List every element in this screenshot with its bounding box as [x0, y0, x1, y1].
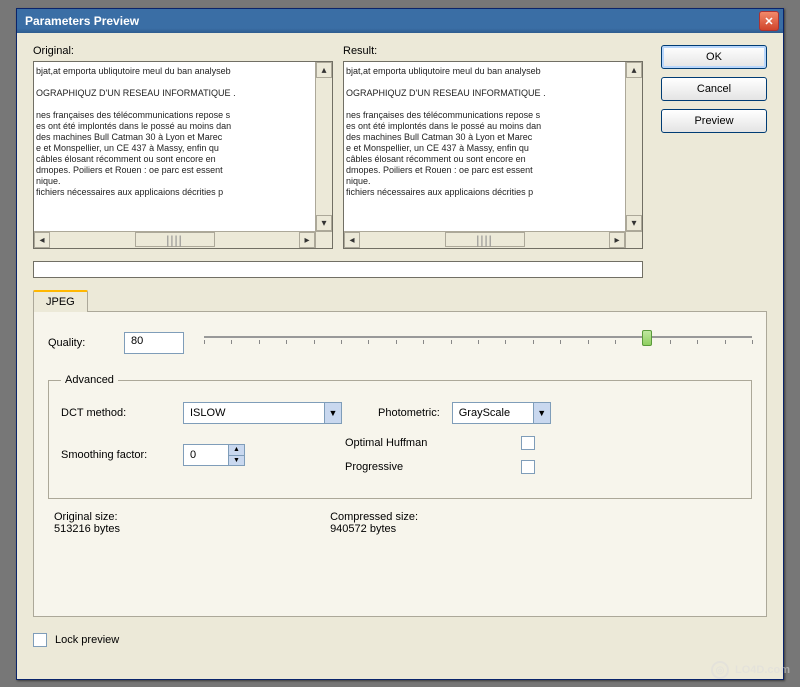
dct-method-select[interactable]: ISLOW ▼	[183, 402, 342, 424]
progressive-label: Progressive	[345, 461, 403, 473]
lock-preview-checkbox[interactable]	[33, 633, 47, 647]
scroll-right-icon[interactable]: ▸	[299, 232, 315, 248]
scroll-left-icon[interactable]: ◂	[344, 232, 360, 248]
dialog-window: Parameters Preview ✕ Original: bjat,at e…	[16, 8, 784, 680]
quality-row: Quality: 80	[48, 328, 752, 358]
original-preview-section: Original: bjat,at emporta ubliqutoire me…	[33, 45, 333, 249]
camera-icon: ◎	[711, 661, 729, 679]
compressed-size-label: Compressed size:	[330, 511, 418, 523]
scroll-right-icon[interactable]: ▸	[609, 232, 625, 248]
scroll-down-icon[interactable]: ▾	[626, 215, 642, 231]
original-label: Original:	[33, 45, 333, 57]
slider-thumb[interactable]	[642, 330, 652, 346]
scroll-down-icon[interactable]: ▾	[316, 215, 332, 231]
button-column: OK Cancel Preview	[661, 45, 767, 249]
smoothing-label: Smoothing factor:	[61, 449, 171, 461]
chevron-down-icon[interactable]: ▼	[324, 403, 341, 423]
scroll-corner	[315, 231, 332, 248]
photometric-select[interactable]: GrayScale ▼	[452, 402, 551, 424]
original-size-label: Original size:	[54, 511, 120, 523]
scroll-left-icon[interactable]: ◂	[34, 232, 50, 248]
slider-track	[204, 336, 752, 338]
cancel-button[interactable]: Cancel	[661, 77, 767, 101]
watermark: ◎ LO4D.com	[711, 661, 790, 679]
title-bar[interactable]: Parameters Preview ✕	[17, 9, 783, 33]
dct-label: DCT method:	[61, 407, 171, 419]
advanced-group: Advanced DCT method: ISLOW ▼ Photometric…	[48, 374, 752, 499]
lock-preview-label: Lock preview	[55, 634, 119, 646]
scroll-up-icon[interactable]: ▴	[626, 62, 642, 78]
result-hscroll[interactable]: ◂ |||| ▸	[344, 231, 625, 248]
quality-label: Quality:	[48, 337, 110, 349]
result-vscroll[interactable]: ▴ ▾	[625, 62, 642, 231]
result-label: Result:	[343, 45, 643, 57]
dialog-body: Original: bjat,at emporta ubliqutoire me…	[17, 33, 783, 659]
scroll-up-icon[interactable]: ▴	[316, 62, 332, 78]
compressed-size-value: 940572 bytes	[330, 523, 418, 535]
close-button[interactable]: ✕	[759, 11, 779, 31]
original-size-value: 513216 bytes	[54, 523, 120, 535]
original-image-content: bjat,at emporta ubliqutoire meul du ban …	[34, 62, 333, 198]
spin-down-icon[interactable]: ▼	[229, 456, 244, 466]
quality-slider[interactable]	[204, 328, 752, 358]
result-image-content: bjat,at emporta ubliqutoire meul du ban …	[344, 62, 643, 198]
tab-jpeg-body: Quality: 80 Advanced DCT method: ISLOW	[33, 311, 767, 617]
progressive-checkbox[interactable]	[521, 460, 535, 474]
progress-bar	[33, 261, 643, 278]
original-hscroll[interactable]: ◂ |||| ▸	[34, 231, 315, 248]
original-vscroll[interactable]: ▴ ▾	[315, 62, 332, 231]
size-row: Original size: 513216 bytes Compressed s…	[48, 511, 752, 535]
quality-input[interactable]: 80	[124, 332, 184, 354]
spin-up-icon[interactable]: ▲	[229, 445, 244, 456]
spinner-arrows[interactable]: ▲ ▼	[228, 445, 244, 465]
chevron-down-icon[interactable]: ▼	[533, 403, 550, 423]
optimal-huffman-checkbox[interactable]	[521, 436, 535, 450]
photometric-label: Photometric:	[378, 407, 440, 419]
tab-container: JPEG Quality: 80 Advanced DCT method:	[33, 290, 767, 617]
optimal-huffman-label: Optimal Huffman	[345, 437, 427, 449]
scroll-corner	[625, 231, 642, 248]
original-preview[interactable]: bjat,at emporta ubliqutoire meul du ban …	[33, 61, 333, 249]
smoothing-input[interactable]: ▲ ▼	[183, 444, 245, 466]
result-preview-section: Result: bjat,at emporta ubliqutoire meul…	[343, 45, 643, 249]
tab-jpeg[interactable]: JPEG	[33, 290, 88, 312]
ok-button[interactable]: OK	[661, 45, 767, 69]
hscroll-thumb[interactable]: ||||	[445, 232, 525, 247]
close-icon: ✕	[764, 15, 773, 28]
advanced-legend: Advanced	[61, 374, 118, 386]
result-preview[interactable]: bjat,at emporta ubliqutoire meul du ban …	[343, 61, 643, 249]
preview-button[interactable]: Preview	[661, 109, 767, 133]
hscroll-thumb[interactable]: ||||	[135, 232, 215, 247]
window-title: Parameters Preview	[21, 14, 139, 28]
